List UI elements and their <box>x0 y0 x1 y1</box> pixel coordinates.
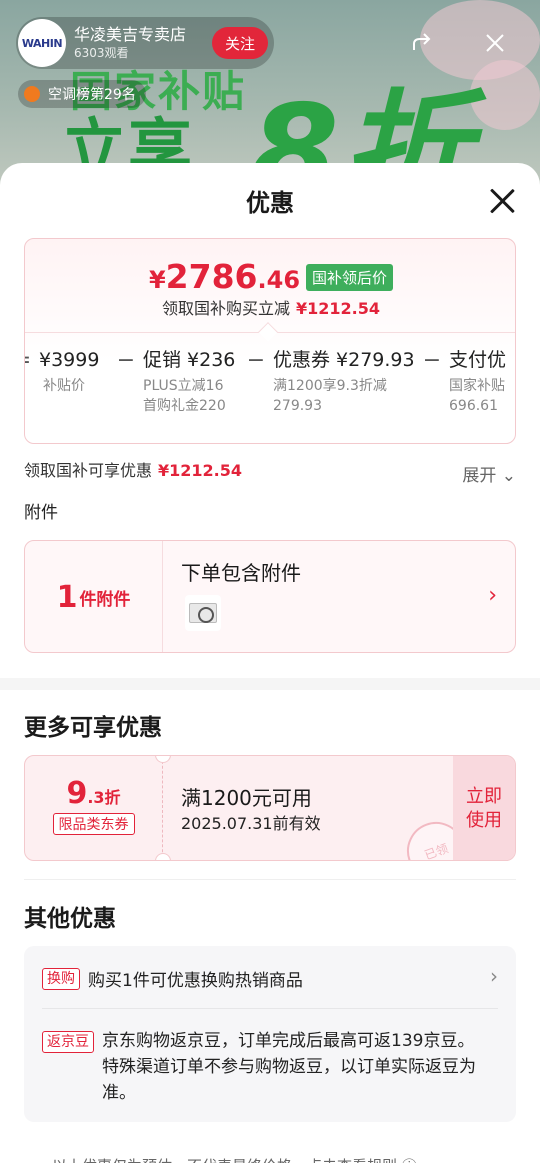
term-amount: 优惠券 ¥279.93 <box>273 349 415 371</box>
operator: − <box>422 348 442 373</box>
coupon-expiry: 2025.07.31前有效 <box>181 814 321 833</box>
notch-decoration <box>155 853 171 860</box>
coupon-condition: 满1200元可用 <box>181 786 312 810</box>
accessory-count-number: 1 <box>56 580 78 615</box>
coupon-discount-big: 9 <box>66 776 88 811</box>
other-discounts-list: 换购 购买1件可优惠换购热销商品 › 返京豆 京东购物返京豆，订单完成后最高可返… <box>24 946 516 1122</box>
share-icon[interactable] <box>410 30 436 56</box>
breakdown-term: ¥3999 补贴价 <box>39 344 109 396</box>
final-price: ¥2786.46 <box>149 257 300 296</box>
follow-button[interactable]: 关注 <box>212 27 268 59</box>
accessory-section-label: 附件 <box>24 503 58 523</box>
term-label: 首购礼金220 <box>143 398 226 414</box>
term-amount: 促销 ¥236 <box>143 349 236 371</box>
price-card: ¥2786.46 国补领后价 领取国补购买立减 ¥1212.54 = ¥3999 … <box>24 238 516 444</box>
coupon-discount: 9.3折 <box>25 776 162 811</box>
price-sub-amount: ¥1212.54 <box>296 299 381 318</box>
coupon-discount-area: 9.3折 限品类东券 <box>25 756 163 860</box>
store-name: 华凌美吉专卖店 <box>74 25 187 44</box>
saving-amount: ¥1212.54 <box>158 461 243 480</box>
store-header[interactable]: WAHIN 华凌美吉专卖店 6303观看 关注 <box>16 17 274 69</box>
exchange-offer-row[interactable]: 换购 购买1件可优惠换购热销商品 <box>42 966 498 991</box>
store-info: 华凌美吉专卖店 6303观看 <box>74 25 212 61</box>
term-label: 补贴价 <box>43 378 85 394</box>
breakdown-term: 优惠券 ¥279.93 满1200享9.3折减 279.93 <box>273 344 415 416</box>
chevron-right-icon: › <box>488 583 497 608</box>
section-separator <box>0 678 540 690</box>
coupon-card[interactable]: 9.3折 限品类东券 满1200元可用 2025.07.31前有效 已领 立即使… <box>24 755 516 861</box>
notch-decoration <box>258 322 278 342</box>
rank-icon <box>24 86 40 102</box>
price-tag: 国补领后价 <box>306 264 394 291</box>
term-amount: 支付优 <box>449 349 507 371</box>
coupon-discount-small: .3折 <box>87 788 121 807</box>
divider <box>42 1008 498 1009</box>
view-count: 6303观看 <box>74 46 129 60</box>
price-decimal: .46 <box>257 266 301 294</box>
chevron-right-icon: › <box>490 964 498 988</box>
term-label: 国家补贴 <box>449 378 505 394</box>
accessory-count-unit: 件附件 <box>79 590 131 610</box>
breakdown-term: 支付优 国家补贴 696.61 <box>449 344 515 416</box>
jingdou-badge: 返京豆 <box>42 1031 94 1053</box>
price-integer: 2786 <box>165 257 258 296</box>
price-sub-label: 领取国补购买立减 <box>161 299 290 318</box>
operator: − <box>246 348 266 373</box>
term-label: 696.61 <box>449 398 498 414</box>
term-label: PLUS立减16 <box>143 378 224 394</box>
jingdou-offer-row: 返京豆 京东购物返京豆，订单完成后最高可返139京豆。特殊渠道订单不参与购物返豆… <box>42 1028 498 1106</box>
expand-button[interactable]: 展开 ⌄ <box>462 461 516 486</box>
discount-sheet: 优惠 ¥2786.46 国补领后价 领取国补购买立减 ¥1212.54 = ¥39… <box>0 163 540 1163</box>
accessory-title: 下单包含附件 <box>181 561 301 585</box>
price-symbol: ¥ <box>148 266 166 294</box>
close-icon[interactable] <box>488 187 516 215</box>
final-price-row: ¥2786.46 国补领后价 <box>25 257 515 296</box>
use-now-line2: 使用 <box>466 810 502 831</box>
use-now-button[interactable]: 立即 使用 <box>453 756 515 860</box>
more-discounts-title: 更多可享优惠 <box>24 715 162 741</box>
price-breakdown[interactable]: = ¥3999 补贴价 − 促销 ¥236 PLUS立减16 首购礼金220 −… <box>25 344 515 443</box>
sheet-title: 优惠 <box>246 189 294 217</box>
exchange-badge: 换购 <box>42 967 80 990</box>
accessory-thumbnail <box>185 595 221 631</box>
saving-summary: 领取国补可享优惠 ¥1212.54 <box>24 457 242 481</box>
term-label: 满1200享9.3折减 <box>273 378 387 394</box>
use-now-line1: 立即 <box>466 786 502 807</box>
breakdown-term: 促销 ¥236 PLUS立减16 首购礼金220 <box>143 344 239 416</box>
coupon-type-badge: 限品类东券 <box>52 813 135 835</box>
store-logo: WAHIN <box>18 19 66 67</box>
rank-label: 空调榜第29名 <box>48 87 136 103</box>
accessory-card[interactable]: 1 件附件 下单包含附件 › <box>24 540 516 653</box>
divider <box>24 879 516 880</box>
operator: − <box>116 348 136 373</box>
accessory-count: 1 件附件 <box>25 541 163 652</box>
outdoor-unit-icon <box>189 603 217 623</box>
close-icon[interactable] <box>482 30 508 56</box>
jingdou-offer-text: 京东购物返京豆，订单完成后最高可返139京豆。特殊渠道订单不参与购物返豆，以订单… <box>102 1031 476 1103</box>
blossom-decoration <box>470 60 540 130</box>
operator: = <box>25 344 39 378</box>
price-subtitle: 领取国补购买立减 ¥1212.54 <box>25 295 515 319</box>
term-amount: ¥3999 <box>39 349 100 371</box>
rank-badge[interactable]: 空调榜第29名 <box>18 80 146 108</box>
saving-label: 领取国补可享优惠 <box>24 461 153 480</box>
disclaimer-footer[interactable]: 以上优惠仅为预估，不代表最终价格，点击查看规则 ⓘ <box>52 1155 417 1163</box>
other-discounts-title: 其他优惠 <box>24 906 116 932</box>
exchange-offer-text: 购买1件可优惠换购热销商品 <box>88 971 303 991</box>
term-label: 279.93 <box>273 398 322 414</box>
